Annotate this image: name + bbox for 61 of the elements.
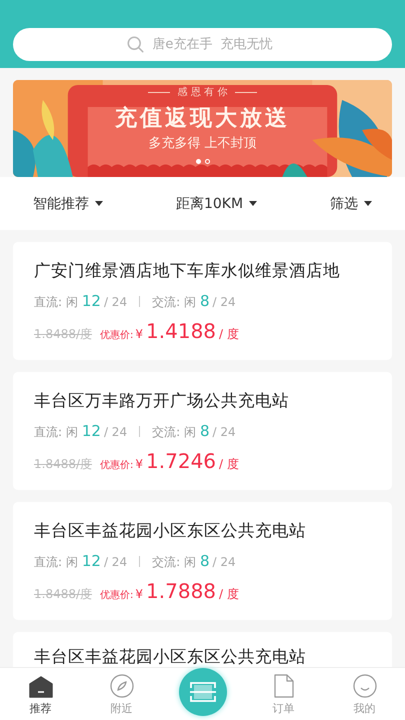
- discount-label: 优惠价:: [100, 328, 134, 342]
- carousel-dot[interactable]: [196, 159, 200, 164]
- ac-free-count: 8: [200, 552, 210, 570]
- discount-price: 1.7888: [146, 579, 216, 603]
- station-card[interactable]: 丰台区丰益花园小区东区公共充电站: [13, 632, 392, 667]
- banner-subline: 多充多得 上不封顶: [148, 135, 257, 152]
- scan-icon: [190, 681, 216, 703]
- filter-dropdown[interactable]: 距离10KM: [176, 190, 258, 216]
- compass-icon: [110, 674, 134, 698]
- original-price: 1.8488/度: [34, 326, 92, 343]
- discount-price: 1.4188: [146, 319, 216, 343]
- dc-label: 直流: 闲: [34, 294, 78, 311]
- ac-total-count: / 24: [212, 295, 236, 309]
- discount-label: 优惠价:: [100, 458, 134, 472]
- original-price: 1.8488/度: [34, 456, 92, 473]
- home-icon: [28, 676, 52, 698]
- ac-free-count: 8: [200, 292, 210, 310]
- document-icon: [274, 674, 294, 698]
- ac-total-count: / 24: [212, 425, 236, 439]
- scan-button[interactable]: [178, 668, 226, 716]
- filter-dropdown[interactable]: 智能推荐: [33, 190, 103, 216]
- currency-sign: ¥: [135, 457, 144, 471]
- discount-label: 优惠价:: [100, 588, 134, 602]
- smiley-icon: [352, 674, 376, 698]
- station-name: 丰台区万丰路万开广场公共充电站: [34, 390, 290, 412]
- ac-label: 交流: 闲: [152, 554, 196, 571]
- price-unit: / 度: [219, 456, 239, 473]
- banner-headline: 充值返现大放送: [115, 104, 290, 133]
- dc-label: 直流: 闲: [34, 554, 78, 571]
- search-field[interactable]: 唐e充在手 充电无忧: [13, 28, 392, 61]
- price-unit: / 度: [219, 586, 239, 603]
- ac-label: 交流: 闲: [152, 294, 196, 311]
- filter-dropdown[interactable]: 筛选: [330, 190, 372, 216]
- currency-sign: ¥: [135, 327, 144, 341]
- original-price: 1.8488/度: [34, 586, 92, 603]
- ac-label: 交流: 闲: [152, 424, 196, 441]
- station-name: 丰台区丰益花园小区东区公共充电站: [34, 646, 307, 667]
- carousel-dot[interactable]: [204, 159, 210, 164]
- dc-free-count: 12: [82, 422, 101, 440]
- search-icon: [127, 36, 144, 53]
- ac-total-count: / 24: [212, 555, 236, 569]
- caret-icon: [249, 201, 258, 206]
- dc-free-count: 12: [82, 292, 101, 310]
- station-card[interactable]: 广安门维景酒店地下车库水似维景酒店地 直流: 闲 12 / 24 交流: 闲 8 / 24 1.8488/度 优惠价: ¥1.4188/ 度: [13, 242, 392, 360]
- dc-free-count: 12: [82, 552, 101, 570]
- tab-item[interactable]: 推荐: [28, 676, 52, 720]
- currency-sign: ¥: [135, 587, 144, 601]
- ac-free-count: 8: [200, 422, 210, 440]
- caret-icon: [95, 201, 103, 206]
- dc-total-count: / 24: [104, 425, 128, 439]
- price-unit: / 度: [219, 326, 239, 343]
- dc-label: 直流: 闲: [34, 424, 78, 441]
- dc-total-count: / 24: [104, 555, 128, 569]
- station-name: 广安门维景酒店地下车库水似维景酒店地: [34, 260, 341, 282]
- discount-price: 1.7246: [146, 449, 216, 473]
- caret-icon: [364, 201, 372, 206]
- dc-total-count: / 24: [104, 295, 128, 309]
- station-name: 丰台区丰益花园小区东区公共充电站: [34, 520, 307, 542]
- station-card[interactable]: 丰台区万丰路万开广场公共充电站 直流: 闲 12 / 24 交流: 闲 8 / 24 1.8488/度 优惠价: ¥1.7246/ 度: [13, 372, 392, 490]
- banner-kicker: 感 恩 有 你: [178, 86, 228, 99]
- station-card[interactable]: 丰台区丰益花园小区东区公共充电站 直流: 闲 12 / 24 交流: 闲 8 / 24 1.8488/度 优惠价: ¥1.7888/ 度: [13, 502, 392, 620]
